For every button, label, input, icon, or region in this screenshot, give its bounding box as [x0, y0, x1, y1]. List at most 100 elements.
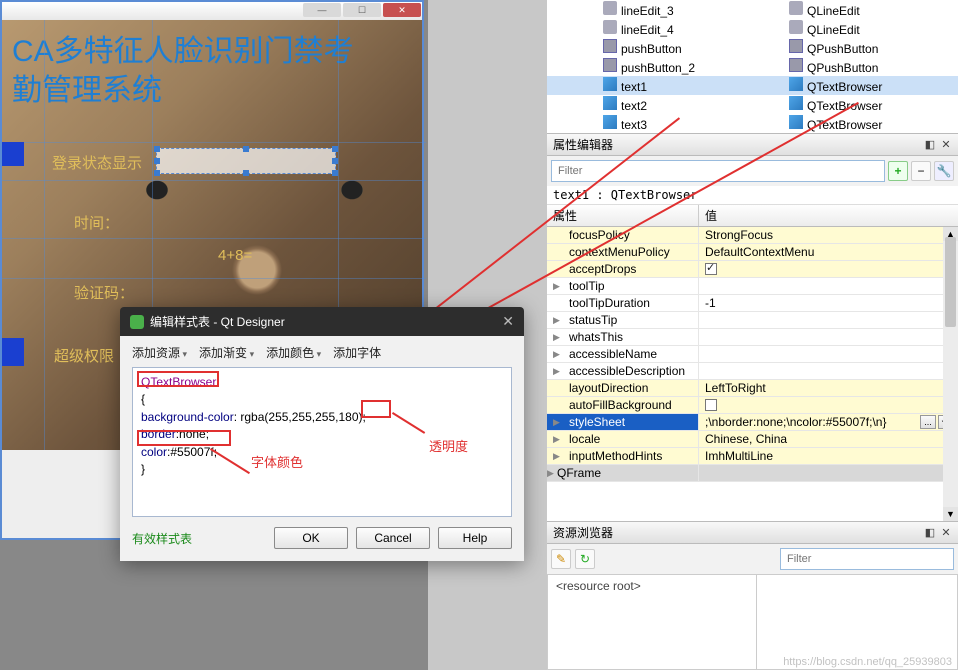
edit-stylesheet-dialog: 编辑样式表 - Qt Designer ✕ 添加资源 添加渐变 添加颜色 添加字… — [120, 307, 524, 561]
close-icon[interactable]: ✕ — [940, 139, 952, 151]
object-inspector-tree[interactable]: lineEdit_3QLineEditlineEdit_4QLineEditpu… — [547, 0, 958, 133]
stylesheet-textarea[interactable]: QTextBrowser { background-color: rgba(25… — [132, 367, 512, 517]
class-icon — [789, 39, 803, 53]
edit-button[interactable]: ... — [920, 415, 936, 429]
object-row-lineEdit_3[interactable]: lineEdit_3QLineEdit — [547, 0, 958, 19]
object-row-text2[interactable]: text2QTextBrowser — [547, 95, 958, 114]
property-row-acceptDrops[interactable]: acceptDrops — [547, 261, 958, 278]
expand-icon[interactable]: ▶ — [553, 281, 560, 292]
property-row-inputMethodHints[interactable]: ▶inputMethodHintsImhMultiLine — [547, 448, 958, 465]
expand-icon[interactable]: ▶ — [553, 315, 560, 326]
configure-button[interactable]: 🔧 — [934, 161, 954, 181]
class-icon — [789, 20, 803, 34]
property-row-layoutDirection[interactable]: layoutDirectionLeftToRight — [547, 380, 958, 397]
grid-line — [2, 180, 426, 181]
property-row-accessibleDescription[interactable]: ▶accessibleDescription — [547, 363, 958, 380]
right-panel: lineEdit_3QLineEditlineEdit_4QLineEditpu… — [547, 0, 958, 670]
add-color-menu[interactable]: 添加颜色 — [266, 344, 321, 361]
widget-icon — [603, 20, 617, 34]
ok-button[interactable]: OK — [274, 527, 348, 549]
expand-icon[interactable]: ▶ — [553, 366, 560, 377]
close-icon[interactable]: ✕ — [940, 527, 952, 539]
remove-property-button[interactable]: − — [911, 161, 931, 181]
property-row-accessibleName[interactable]: ▶accessibleName — [547, 346, 958, 363]
col-value: 值 — [699, 205, 723, 226]
valid-stylesheet-label: 有效样式表 — [132, 530, 192, 547]
col-property: 属性 — [547, 205, 699, 226]
property-row-contextMenuPolicy[interactable]: contextMenuPolicyDefaultContextMenu — [547, 244, 958, 261]
object-row-text1[interactable]: text1QTextBrowser — [547, 76, 958, 95]
label-super: 超级权限 — [54, 345, 114, 366]
property-row-autoFillBackground[interactable]: autoFillBackground — [547, 397, 958, 414]
qt-icon — [130, 315, 144, 329]
grid-line — [2, 142, 426, 143]
minimize-button[interactable]: — — [303, 3, 341, 17]
dialog-body: 添加资源 添加渐变 添加颜色 添加字体 QTextBrowser { backg… — [120, 336, 524, 561]
combo-widget[interactable] — [2, 142, 24, 166]
property-grid[interactable]: ▲ ▼ focusPolicyStrongFocuscontextMenuPol… — [547, 227, 958, 521]
object-row-pushButton[interactable]: pushButtonQPushButton — [547, 38, 958, 57]
edit-resource-button[interactable]: ✎ — [551, 549, 571, 569]
resource-tree[interactable]: <resource root> — [547, 574, 757, 670]
add-resource-menu[interactable]: 添加资源 — [132, 344, 187, 361]
object-row-lineEdit_4[interactable]: lineEdit_4QLineEdit — [547, 19, 958, 38]
class-icon — [789, 1, 803, 15]
property-row-locale[interactable]: ▶localeChinese, China — [547, 431, 958, 448]
cancel-button[interactable]: Cancel — [356, 527, 430, 549]
resource-filter-input[interactable] — [780, 548, 954, 570]
property-row-whatsThis[interactable]: ▶whatsThis — [547, 329, 958, 346]
property-columns-header: 属性 值 — [547, 205, 958, 227]
property-row-toolTip[interactable]: ▶toolTip — [547, 278, 958, 295]
label-math: 4+8= — [218, 247, 252, 264]
pin-icon[interactable]: ◧ — [924, 527, 936, 539]
add-property-button[interactable]: + — [888, 161, 908, 181]
annotation-box-alpha — [361, 400, 391, 418]
grid-line — [2, 238, 426, 239]
class-icon — [789, 115, 803, 129]
object-row-text3[interactable]: text3QTextBrowser — [547, 114, 958, 133]
expand-icon[interactable]: ▶ — [553, 349, 560, 360]
resource-root-item[interactable]: <resource root> — [556, 579, 641, 593]
expand-icon[interactable]: ▶ — [553, 451, 560, 462]
property-group-qframe[interactable]: ▶QFrame — [547, 465, 958, 482]
widget-icon — [603, 77, 617, 91]
class-icon — [789, 96, 803, 110]
resource-browser: ✎ ↻ <resource root> — [547, 544, 958, 670]
combo-widget[interactable] — [2, 338, 24, 366]
scroll-thumb[interactable] — [945, 237, 956, 327]
expand-icon[interactable]: ▶ — [553, 417, 560, 428]
widget-icon — [603, 1, 617, 15]
reload-resource-button[interactable]: ↻ — [575, 549, 595, 569]
label-time: 时间： — [74, 212, 119, 233]
expand-icon[interactable]: ▶ — [553, 332, 560, 343]
scroll-down-icon[interactable]: ▼ — [943, 507, 958, 521]
pin-icon[interactable]: ◧ — [924, 139, 936, 151]
property-row-toolTipDuration[interactable]: toolTipDuration-1 — [547, 295, 958, 312]
class-icon — [789, 77, 803, 91]
expand-icon[interactable]: ▶ — [553, 434, 560, 445]
selected-object-label: text1 : QTextBrowser — [547, 186, 958, 205]
checkbox[interactable] — [705, 263, 717, 275]
dialog-titlebar[interactable]: 编辑样式表 - Qt Designer ✕ — [120, 307, 524, 336]
watermark: https://blog.csdn.net/qq_25939803 — [783, 656, 952, 668]
property-row-statusTip[interactable]: ▶statusTip — [547, 312, 958, 329]
add-gradient-menu[interactable]: 添加渐变 — [199, 344, 254, 361]
object-row-pushButton_2[interactable]: pushButton_2QPushButton — [547, 57, 958, 76]
property-row-styleSheet[interactable]: ▶styleSheet;\nborder:none;\ncolor:#55007… — [547, 414, 958, 431]
class-icon — [789, 58, 803, 72]
annotation-box-selector — [137, 371, 219, 387]
help-button[interactable]: Help — [438, 527, 512, 549]
property-editor-header[interactable]: 属性编辑器 ◧ ✕ — [547, 133, 958, 156]
checkbox[interactable] — [705, 399, 717, 411]
scrollbar[interactable]: ▲ ▼ — [943, 227, 958, 521]
text1-widget[interactable] — [156, 148, 336, 174]
widget-icon — [603, 58, 617, 72]
add-font-menu[interactable]: 添加字体 — [333, 344, 381, 361]
maximize-button[interactable]: ☐ — [343, 3, 381, 17]
expand-icon[interactable]: ▶ — [547, 468, 554, 479]
widget-icon — [603, 96, 617, 110]
resource-browser-header[interactable]: 资源浏览器 ◧ ✕ — [547, 521, 958, 544]
close-button[interactable]: ✕ — [383, 3, 421, 17]
dialog-toolbar: 添加资源 添加渐变 添加颜色 添加字体 — [132, 344, 512, 361]
dialog-close-button[interactable]: ✕ — [502, 313, 514, 330]
